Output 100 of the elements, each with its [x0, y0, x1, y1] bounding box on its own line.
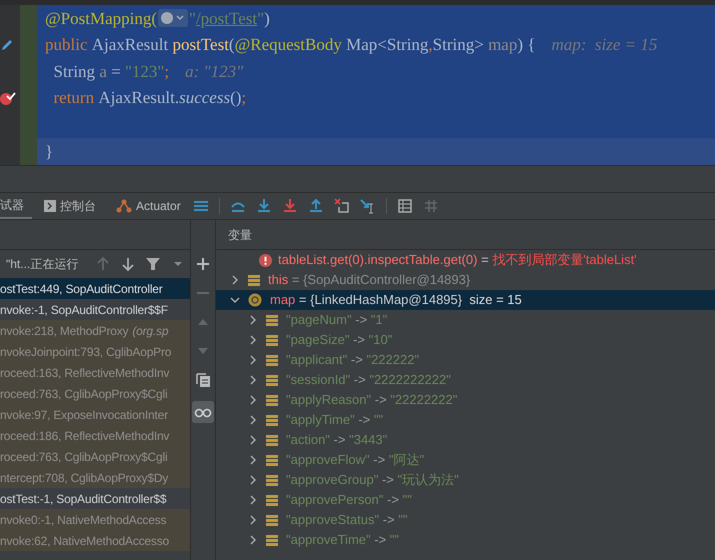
field-icon [266, 534, 278, 546]
code-token: ) { [517, 34, 536, 56]
stack-frame-row[interactable]: roceed:763, CglibAopProxy$Cgli [0, 446, 190, 467]
code-token: success [179, 87, 230, 110]
code-token: postTest [172, 34, 229, 56]
chevron-right-icon[interactable] [248, 455, 258, 465]
inline-hint: a: "123" [185, 60, 244, 83]
field-icon [266, 354, 278, 366]
stack-frame-row[interactable]: roceed:186, ReflectiveMethodInv [0, 425, 190, 446]
code-token: () [230, 87, 242, 110]
code-token: @RequestBody [234, 34, 342, 56]
map-entry: "pageNum" -> "1" [286, 311, 388, 330]
map-entry: "action" -> "3443" [286, 431, 388, 450]
nodes-icon [116, 199, 132, 213]
parameter-icon [248, 293, 262, 307]
drop-frame-icon[interactable] [334, 198, 350, 214]
tool-tab[interactable]: Actuator [104, 193, 189, 219]
field-icon [266, 374, 278, 386]
code-token: ; [164, 60, 170, 83]
code-token: AjaxResult [92, 34, 170, 56]
variable-row[interactable]: this = {SopAuditController@14893} [216, 270, 715, 290]
code-token: String> [432, 34, 485, 56]
map-entry: "approveGroup" -> "玩认为法" [286, 471, 459, 490]
field-icon [266, 414, 278, 426]
chevron-right-icon[interactable] [248, 375, 258, 385]
map-entry: "applyTime" -> "" [286, 411, 384, 430]
chevron-right-icon[interactable] [248, 335, 258, 345]
field-icon [266, 454, 278, 466]
map-entry: "applyReason" -> "22222222" [286, 391, 458, 410]
chevron-down-icon[interactable] [230, 295, 240, 305]
code-token: a [99, 60, 107, 83]
force-step-into-icon[interactable] [282, 198, 298, 214]
map-entry: "pageSize" -> "10" [286, 331, 392, 350]
variable-row[interactable]: map = {LinkedHashMap@14895} size = 15 [216, 290, 715, 310]
chevron-right-icon[interactable] [230, 275, 240, 285]
code-token: } [45, 140, 54, 163]
inline-hint: map: size = 15 [551, 34, 658, 56]
chevron-right-icon[interactable] [248, 315, 258, 325]
field-icon [266, 334, 278, 346]
run-to-cursor-icon[interactable] [360, 198, 376, 214]
plus-icon[interactable] [195, 256, 211, 272]
stack-frame-row[interactable]: roceed:763, CglibAopProxy$Cgli [0, 383, 190, 404]
field-icon [266, 474, 278, 486]
filter-icon[interactable] [145, 256, 162, 272]
field-icon [266, 434, 278, 446]
code-token: AjaxResult. [98, 87, 180, 110]
code-token: ) [264, 8, 270, 30]
code-token: Map<String [345, 34, 428, 56]
pencil-icon [0, 38, 14, 52]
field-icon [266, 494, 278, 506]
chevron-right-icon[interactable] [248, 515, 258, 525]
variable-text: this = {SopAuditController@14893} [268, 271, 470, 290]
stack-frame-row[interactable]: ostTest:449, SopAuditController [0, 278, 190, 299]
chevron-right-icon[interactable] [248, 535, 258, 545]
console-icon [44, 200, 56, 212]
map-entry: "sessionId" -> "2222222222" [286, 371, 451, 390]
stack-frame-row[interactable]: nvoke:218, MethodProxy (org.sp [0, 320, 190, 341]
step-out-icon[interactable] [308, 198, 324, 214]
code-token: ; [241, 87, 246, 110]
url-link[interactable]: /postTest [196, 6, 258, 32]
code-token: , [428, 34, 433, 56]
field-icon [266, 314, 278, 326]
menu-icon[interactable] [192, 198, 209, 214]
copy-icon[interactable] [195, 372, 211, 388]
chevron-right-icon[interactable] [248, 355, 258, 365]
map-entry: "approveStatus" -> "" [286, 511, 408, 530]
map-entry: "approvePerson" -> "" [286, 491, 412, 510]
code-token: "123" [124, 60, 164, 83]
chevron-right-icon[interactable] [248, 435, 258, 445]
globe-dropdown-icon[interactable] [158, 9, 188, 28]
field-icon [266, 394, 278, 406]
arrow-down-icon[interactable] [120, 256, 136, 272]
code-token: " [257, 8, 264, 30]
stack-frame-row[interactable]: ntercept:708, CglibAopProxy$Dy [0, 467, 190, 488]
tool-tab[interactable]: 试器 [0, 193, 32, 219]
map-entry: "approveTime" -> "" [286, 531, 400, 550]
map-entry: "approveFlow" -> "阿达" [286, 451, 424, 470]
map-entry: "applicant" -> "222222" [286, 351, 420, 370]
code-token: map [488, 34, 518, 56]
step-into-icon[interactable] [256, 198, 272, 214]
code-token: " [189, 8, 196, 30]
stack-frame-row[interactable]: roceed:163, ReflectiveMethodInv [0, 362, 190, 383]
error-icon [259, 254, 272, 266]
stack-frame-row[interactable]: nvokeJoinpoint:793, CglibAopPro [0, 341, 190, 362]
code-token: String [52, 60, 96, 83]
chevron-right-icon[interactable] [248, 475, 258, 485]
code-token: public [45, 34, 88, 56]
chevron-right-icon[interactable] [248, 395, 258, 405]
watch-expression: tableList.get(0).inspectTable.get(0) = 找不到局部变量'tableList' [278, 251, 637, 270]
tool-tab[interactable]: 控制台 [32, 193, 104, 219]
chevron-right-icon[interactable] [248, 415, 258, 425]
breakpoint-icon[interactable] [0, 90, 16, 106]
stack-frame-row[interactable]: nvoke0:-1, NativeMethodAccess [0, 509, 190, 530]
stack-frame-row[interactable]: nvoke:62, NativeMethodAccesso [0, 530, 190, 551]
chevron-right-icon[interactable] [248, 495, 258, 505]
thread-name[interactable]: "ht...正在运行 [6, 255, 78, 273]
table-icon[interactable] [396, 198, 413, 214]
code-token: @PostMapping( [45, 8, 157, 30]
stack-frame-row[interactable]: nvoke:97, ExposeInvocationInter [0, 404, 190, 425]
glasses-icon[interactable] [192, 401, 214, 423]
